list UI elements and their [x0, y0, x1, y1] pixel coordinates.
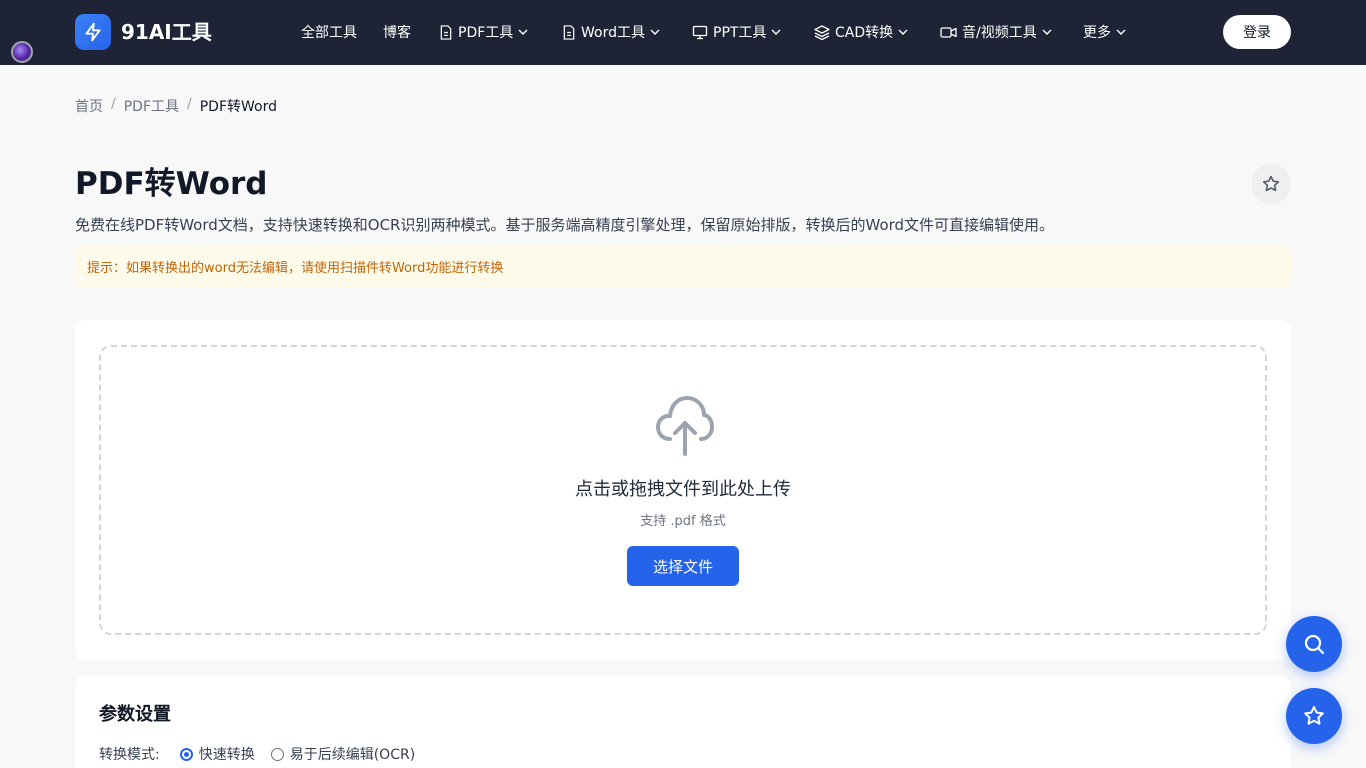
page-title: PDF转Word — [75, 166, 268, 202]
logo-icon[interactable] — [75, 14, 111, 50]
upload-format-hint: 支持 .pdf 格式 — [640, 514, 726, 529]
star-icon — [1304, 706, 1324, 725]
upload-dropzone[interactable]: 点击或拖拽文件到此处上传 支持 .pdf 格式 选择文件 — [99, 345, 1267, 635]
breadcrumb: 首页 / PDF工具 / PDF转Word — [75, 96, 277, 116]
chevron-down-icon — [518, 29, 528, 35]
search-icon — [1304, 634, 1325, 655]
chevron-down-icon — [1042, 29, 1052, 35]
chevron-down-icon — [898, 29, 908, 35]
nav-item-cad[interactable]: CAD转换 — [814, 22, 908, 42]
favorite-button[interactable] — [1251, 164, 1291, 204]
search-fab[interactable] — [1286, 616, 1342, 672]
nav-item-more[interactable]: 更多 — [1083, 22, 1126, 42]
mode-radio-fast[interactable]: 快速转换 — [179, 744, 255, 764]
radio-label: 快速转换 — [198, 747, 255, 763]
breadcrumb-separator: / — [187, 96, 192, 112]
nav-item-label: Word工具 — [581, 25, 645, 41]
page-description: 免费在线PDF转Word文档，支持快速转换和OCR识别两种模式。基于服务端高精度… — [75, 216, 1055, 234]
presentation-icon — [692, 25, 708, 39]
nav-item-av-tools[interactable]: 音/视频工具 — [940, 22, 1052, 42]
upload-title: 点击或拖拽文件到此处上传 — [575, 479, 791, 500]
nav-item-ppt-tools[interactable]: PPT工具 — [692, 22, 781, 42]
nav-item-label: PDF工具 — [458, 25, 514, 41]
breadcrumb-separator: / — [111, 96, 116, 112]
nav-item-word-tools[interactable]: Word工具 — [562, 22, 660, 42]
chevron-down-icon — [771, 29, 781, 35]
params-title: 参数设置 — [99, 704, 171, 725]
layers-icon — [814, 24, 830, 40]
nav-item-label: 全部工具 — [301, 25, 357, 41]
favorites-fab[interactable] — [1286, 688, 1342, 744]
mode-radio-ocr[interactable]: 易于后续编辑(OCR) — [270, 744, 416, 764]
nav-item-pdf-tools[interactable]: PDF工具 — [439, 22, 528, 42]
radio-label: 易于后续编辑(OCR) — [289, 747, 416, 763]
cloud-upload-icon — [656, 396, 714, 456]
breadcrumb-current: PDF转Word — [199, 99, 277, 115]
nav-item-label: CAD转换 — [835, 25, 894, 41]
upload-card: 点击或拖拽文件到此处上传 支持 .pdf 格式 选择文件 — [75, 320, 1291, 660]
top-nav: 91AI工具 全部工具 博客 PDF工具 Word工具 PPT工具 CAD转换 … — [0, 0, 1366, 65]
avatar[interactable] — [11, 41, 33, 63]
tip-banner: 提示：如果转换出的word无法编辑，请使用扫描件转Word功能进行转换 — [75, 245, 1291, 287]
params-card: 参数设置 转换模式: 快速转换 易于后续编辑(OCR) — [75, 676, 1291, 768]
file-icon — [563, 24, 575, 40]
login-button[interactable]: 登录 — [1223, 15, 1291, 49]
nav-item-label: PPT工具 — [713, 25, 767, 41]
nav-item-label: 音/视频工具 — [962, 25, 1037, 41]
video-icon — [940, 26, 957, 38]
nav-item-label: 博客 — [383, 25, 411, 41]
file-icon — [440, 24, 452, 40]
radio-selected-icon[interactable] — [179, 747, 193, 761]
chevron-down-icon — [1116, 29, 1126, 35]
radio-unselected-icon[interactable] — [270, 747, 284, 761]
nav-item-blog[interactable]: 博客 — [383, 22, 411, 42]
breadcrumb-section[interactable]: PDF工具 — [124, 96, 179, 116]
nav-item-label: 更多 — [1083, 25, 1111, 41]
conversion-mode-label: 转换模式: — [99, 747, 160, 763]
chevron-down-icon — [650, 29, 660, 35]
choose-file-button[interactable]: 选择文件 — [627, 546, 739, 586]
conversion-mode-row: 转换模式: 快速转换 易于后续编辑(OCR) — [99, 744, 431, 764]
star-icon — [1262, 175, 1280, 192]
brand-name[interactable]: 91AI工具 — [121, 18, 212, 46]
nav-item-all-tools[interactable]: 全部工具 — [301, 22, 357, 42]
breadcrumb-home[interactable]: 首页 — [75, 96, 103, 116]
